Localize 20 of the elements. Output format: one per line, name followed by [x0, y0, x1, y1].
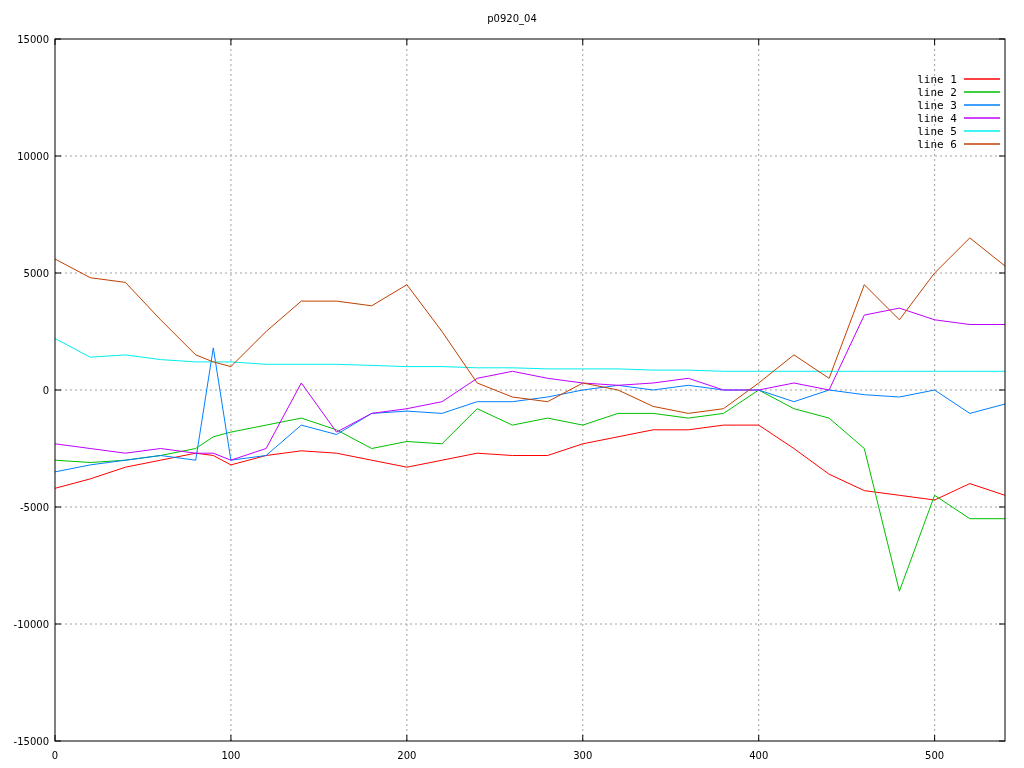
legend-label: line 3 — [917, 99, 957, 112]
y-tick-label: 15000 — [17, 34, 49, 45]
y-tick-label: -10000 — [13, 619, 49, 630]
chart-title: p0920_04 — [487, 13, 537, 24]
x-tick-label: 200 — [397, 750, 417, 761]
y-tick-label: 0 — [42, 385, 49, 396]
x-tick-label: 0 — [51, 750, 59, 761]
legend-label: line 4 — [917, 112, 957, 125]
y-tick-label: 5000 — [23, 268, 49, 279]
legend-label: line 1 — [917, 73, 957, 86]
y-tick-label: -15000 — [13, 736, 49, 747]
legend-label: line 6 — [917, 138, 957, 151]
x-tick-label: 400 — [749, 750, 769, 761]
x-tick-label: 100 — [221, 750, 241, 761]
x-tick-label: 500 — [925, 750, 945, 761]
legend-label: line 2 — [917, 86, 957, 99]
y-tick-label: -5000 — [19, 502, 49, 513]
legend-label: line 5 — [917, 125, 957, 138]
y-tick-label: 10000 — [17, 151, 49, 162]
x-tick-label: 300 — [573, 750, 593, 761]
